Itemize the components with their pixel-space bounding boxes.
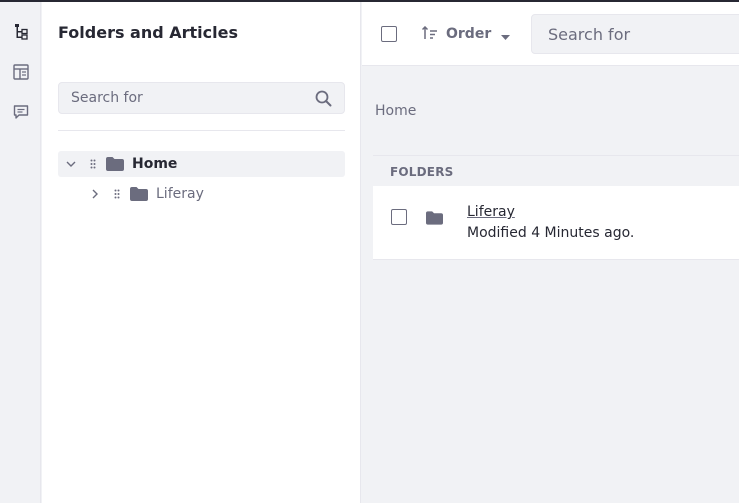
main-content: Order Search for Home FOLDERS Liferay Mo… — [362, 2, 739, 503]
icon-rail — [0, 2, 41, 503]
breadcrumb[interactable]: Home — [375, 103, 416, 119]
panel-divider — [58, 130, 345, 131]
sort-icon — [421, 25, 438, 44]
tree-structure-icon[interactable] — [9, 20, 33, 44]
order-label: Order — [446, 26, 492, 42]
folders-panel: Folders and Articles Search for Home Lif… — [42, 2, 361, 503]
folder-item-title[interactable]: Liferay — [467, 204, 515, 220]
tree-search-input[interactable]: Search for — [58, 82, 345, 114]
comments-icon[interactable] — [9, 100, 33, 124]
panel-title: Folders and Articles — [58, 23, 239, 42]
management-toolbar: Order Search for — [362, 2, 739, 66]
chevron-right-icon[interactable] — [86, 189, 104, 199]
folder-icon — [106, 157, 124, 171]
main-search-placeholder: Search for — [548, 25, 631, 44]
tree-node-label: Home — [132, 156, 178, 172]
search-icon[interactable] — [315, 90, 332, 111]
tree-node-home[interactable]: Home — [58, 151, 345, 177]
folder-list-item[interactable]: Liferay Modified 4 Minutes ago. — [373, 186, 739, 260]
folder-item-checkbox[interactable] — [391, 209, 407, 225]
folders-heading: FOLDERS — [390, 165, 454, 179]
tree-node-liferay[interactable]: Liferay — [58, 181, 345, 207]
tree-node-label: Liferay — [156, 186, 204, 202]
folder-icon — [130, 187, 148, 201]
folders-section-header: FOLDERS — [373, 155, 739, 186]
folder-icon — [426, 210, 443, 229]
caret-down-icon — [501, 25, 511, 44]
web-content-icon[interactable] — [9, 60, 33, 84]
chevron-down-icon[interactable] — [62, 161, 80, 167]
main-search-input[interactable]: Search for — [531, 14, 739, 54]
drag-handle-icon[interactable] — [110, 189, 124, 199]
tree-search-placeholder: Search for — [71, 90, 143, 106]
folder-item-modified: Modified 4 Minutes ago. — [467, 225, 635, 241]
order-dropdown[interactable]: Order — [421, 22, 511, 46]
select-all-checkbox[interactable] — [381, 26, 397, 42]
drag-handle-icon[interactable] — [86, 159, 100, 169]
